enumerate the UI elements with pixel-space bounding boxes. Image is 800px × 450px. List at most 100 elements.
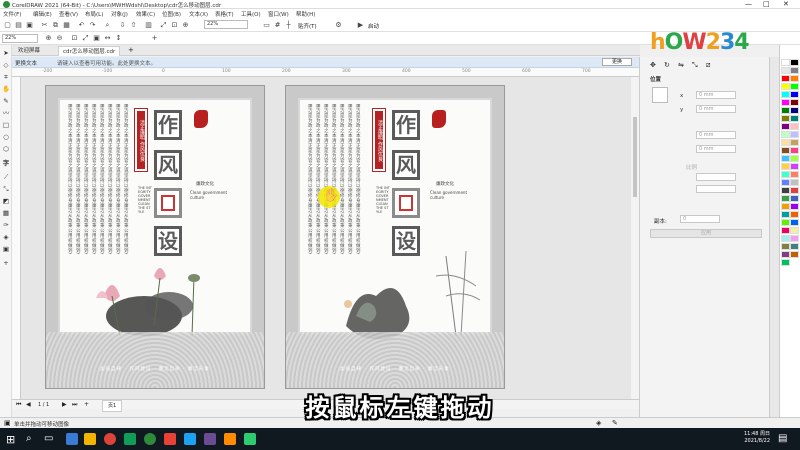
color-swatch[interactable] [781, 99, 790, 106]
color-swatch[interactable] [790, 211, 799, 218]
menu-effects[interactable]: 效果(C) [136, 10, 155, 18]
color-swatch[interactable] [790, 59, 799, 66]
zoom-combo[interactable]: 22% [204, 20, 248, 29]
taskbar-app-icon[interactable] [164, 433, 176, 445]
x-position-field[interactable]: 0 mm [696, 91, 736, 99]
chrome-icon[interactable] [104, 433, 116, 445]
color-swatch[interactable] [790, 115, 799, 122]
polygon-tool-icon[interactable]: ⬡ [2, 145, 10, 153]
freehand-tool-icon[interactable]: ✎ [2, 97, 10, 105]
color-swatch[interactable] [781, 91, 790, 98]
smart-fill-icon[interactable]: ▣ [2, 245, 10, 253]
replace-button[interactable]: 更换 [602, 58, 632, 66]
scale-x-field[interactable] [696, 173, 736, 181]
color-swatch[interactable] [790, 155, 799, 162]
taskbar-app-icon[interactable] [204, 433, 216, 445]
color-swatch[interactable] [781, 131, 790, 138]
color-swatch[interactable] [781, 147, 790, 154]
add-icon[interactable]: + [150, 34, 159, 43]
menu-tools[interactable]: 工具(O) [241, 10, 261, 18]
color-swatch[interactable] [790, 91, 799, 98]
menu-edit[interactable]: 编辑(E) [33, 10, 52, 18]
color-swatch[interactable] [781, 195, 790, 202]
pdf-icon[interactable]: ▥ [144, 21, 153, 30]
scale-y-field[interactable] [696, 185, 736, 193]
size-icon[interactable]: ⤡ [692, 61, 698, 70]
taskbar-search-icon[interactable]: ⌕ [26, 433, 32, 444]
minimize-button[interactable]: — [745, 0, 752, 8]
color-swatch[interactable] [781, 171, 790, 178]
zoom-all-icon[interactable]: ⤢ [81, 34, 90, 43]
menu-help[interactable]: 帮助(H) [296, 10, 315, 18]
zoom-in-tool-icon[interactable]: ⊕ [44, 34, 53, 43]
color-swatch[interactable] [781, 107, 790, 114]
color-swatch[interactable] [781, 179, 790, 186]
save-icon[interactable]: ▣ [25, 21, 34, 30]
artistic-media-icon[interactable]: 〰 [2, 109, 10, 117]
color-swatch[interactable] [790, 75, 799, 82]
menu-window[interactable]: 窗口(W) [268, 10, 289, 18]
color-swatch[interactable] [790, 251, 799, 258]
system-clock[interactable]: 11:48 周日 2021/8/22 [744, 431, 770, 445]
vertical-ruler[interactable] [12, 77, 21, 399]
snap-dropdown[interactable]: 贴齐(T) [298, 22, 317, 30]
grid-icon[interactable]: # [273, 21, 282, 30]
color-swatch[interactable] [790, 107, 799, 114]
undo-icon[interactable]: ↶ [77, 21, 86, 30]
zoom-page-icon[interactable]: ⊡ [170, 21, 179, 30]
color-swatch[interactable] [790, 219, 799, 226]
coreldraw-taskbar-icon[interactable] [144, 433, 156, 445]
menu-layout[interactable]: 布局(L) [85, 10, 103, 18]
parallel-dimension-icon[interactable]: ⟋ [2, 173, 10, 181]
color-swatch[interactable] [790, 123, 799, 130]
scrollbar-thumb[interactable] [633, 117, 637, 197]
connector-tool-icon[interactable]: ⤡ [2, 185, 10, 193]
import-icon[interactable]: ⇩ [118, 21, 127, 30]
color-swatch[interactable] [781, 251, 790, 258]
add-tool-icon[interactable]: + [2, 259, 10, 267]
interactive-fill-icon[interactable]: ◈ [2, 233, 10, 241]
taskbar-app-icon[interactable] [124, 433, 136, 445]
color-palette[interactable] [779, 45, 800, 417]
close-button[interactable]: ✕ [783, 0, 789, 8]
open-icon[interactable]: ▤ [14, 21, 23, 30]
poster-page-2[interactable]: 廉洁是为政之本，清正是为官之道。坚持以德修身，廉洁从政，秉公用权，做到自重自省自… [285, 85, 505, 389]
color-swatch[interactable] [790, 99, 799, 106]
color-swatch[interactable] [790, 227, 799, 234]
zoom-full-icon[interactable]: ⤢ [159, 21, 168, 30]
color-swatch[interactable] [781, 243, 790, 250]
color-swatch[interactable] [790, 243, 799, 250]
menu-text[interactable]: 文本(X) [189, 10, 208, 18]
color-swatch[interactable] [781, 155, 790, 162]
zoom-out-tool-icon[interactable]: ⊖ [55, 34, 64, 43]
color-swatch[interactable] [790, 179, 799, 186]
skew-icon[interactable]: ⧄ [706, 61, 710, 70]
color-swatch[interactable] [790, 83, 799, 90]
redo-icon[interactable]: ↷ [88, 21, 97, 30]
pan-tool-icon[interactable]: ✋ [2, 85, 10, 93]
new-icon[interactable]: ▢ [3, 21, 12, 30]
zoom-in-icon[interactable]: ⊕ [181, 21, 190, 30]
color-swatch[interactable] [781, 83, 790, 90]
ruler-icon[interactable]: ▭ [262, 21, 271, 30]
drawing-canvas[interactable]: 廉洁是为政之本，清正是为官之道。坚持以德修身，廉洁从政，秉公用权，做到自重自省自… [21, 77, 639, 399]
poster-page-1[interactable]: 廉洁是为政之本，清正是为官之道。坚持以德修身，廉洁从政，秉公用权，做到自重自省自… [45, 85, 265, 389]
text-tool-icon[interactable]: 字 [2, 159, 10, 167]
taskbar-app-icon[interactable] [224, 433, 236, 445]
notification-icon[interactable]: ▤ [778, 433, 787, 444]
search-icon[interactable]: ⌕ [103, 21, 112, 30]
task-view-icon[interactable]: ▭ [44, 433, 53, 444]
pick-tool-icon[interactable]: ➤ [2, 49, 10, 57]
horizontal-ruler[interactable]: -200 -100 0 100 200 300 400 500 600 700 [12, 68, 639, 77]
color-swatch[interactable] [790, 131, 799, 138]
width-field[interactable]: 0 mm [696, 131, 736, 139]
position-icon[interactable]: ✥ [650, 61, 656, 69]
color-swatch[interactable] [781, 211, 790, 218]
color-swatch[interactable] [790, 203, 799, 210]
zoom-width-icon[interactable]: ↔ [103, 34, 112, 43]
menu-bitmaps[interactable]: 位图(B) [162, 10, 181, 18]
taskbar-app-icon[interactable] [184, 433, 196, 445]
docker-tabs[interactable] [769, 57, 779, 417]
color-swatch[interactable] [781, 219, 790, 226]
apply-button[interactable]: 应用 [650, 229, 762, 238]
